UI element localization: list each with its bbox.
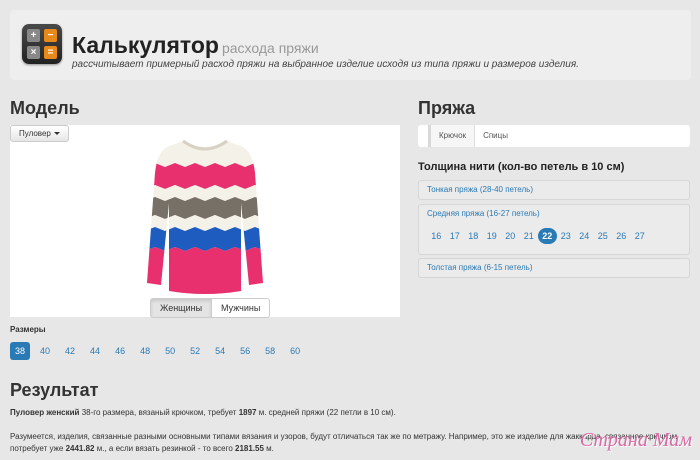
rib-meters: 2181.55 bbox=[235, 444, 264, 453]
multiply-key-icon: × bbox=[27, 46, 40, 59]
result-product: Пуловер женский bbox=[10, 408, 80, 417]
tab-crochet[interactable]: Крючок bbox=[428, 125, 476, 147]
caret-down-icon bbox=[53, 132, 60, 136]
stitch-option[interactable]: 16 bbox=[427, 228, 446, 244]
model-panel: Пуловер Женщины Мужчины bbox=[10, 125, 400, 318]
gender-button-women[interactable]: Женщины bbox=[150, 298, 213, 318]
plus-key-icon: + bbox=[27, 29, 40, 42]
stitch-option[interactable]: 19 bbox=[483, 228, 502, 244]
watermark-logo: Страна Мам bbox=[579, 429, 692, 451]
stitch-option[interactable]: 17 bbox=[446, 228, 465, 244]
yarn-group-thin: Тонкая пряжа (28-40 петель) bbox=[418, 180, 690, 200]
size-option[interactable]: 50 bbox=[160, 342, 180, 360]
yarn-group-thin-header[interactable]: Тонкая пряжа (28-40 петель) bbox=[419, 181, 689, 199]
stitch-count-selector: 16 17 18 19 20 21 22 23 24 25 26 27 bbox=[419, 223, 689, 244]
minus-key-icon: − bbox=[44, 29, 57, 42]
tab-knitting[interactable]: Спицы bbox=[475, 125, 516, 147]
thickness-label: Толщина нити (кол-во петель в 10 см) bbox=[418, 161, 625, 173]
page-title-suffix: расхода пряжи bbox=[221, 40, 319, 56]
model-dropdown[interactable]: Пуловер bbox=[10, 125, 69, 142]
model-heading: Модель bbox=[10, 98, 80, 118]
size-option[interactable]: 56 bbox=[235, 342, 255, 360]
result-meters: 1897 bbox=[238, 408, 257, 417]
size-option[interactable]: 42 bbox=[60, 342, 80, 360]
stitch-option[interactable]: 20 bbox=[501, 228, 520, 244]
yarn-group-medium-header[interactable]: Средняя пряжа (16-27 петель) bbox=[419, 205, 689, 223]
yarn-tool-tabs: Крючок Спицы bbox=[418, 125, 690, 147]
yarn-group-thick: Толстая пряжа (6-15 петель) bbox=[418, 258, 690, 278]
stitch-option[interactable]: 25 bbox=[594, 228, 613, 244]
size-option[interactable]: 48 bbox=[135, 342, 155, 360]
size-option[interactable]: 38 bbox=[10, 342, 31, 360]
page-subtitle: рассчитывает примерный расход пряжи на в… bbox=[72, 59, 579, 70]
stitch-option[interactable]: 21 bbox=[520, 228, 539, 244]
yarn-group-thick-header[interactable]: Толстая пряжа (6-15 петель) bbox=[419, 259, 689, 277]
stitch-option[interactable]: 24 bbox=[575, 228, 594, 244]
stitch-option-selected[interactable]: 22 bbox=[538, 228, 557, 244]
yarn-group-medium: Средняя пряжа (16-27 петель) 16 17 18 19… bbox=[418, 204, 690, 255]
yarn-heading: Пряжа bbox=[418, 98, 476, 118]
size-option[interactable]: 44 bbox=[85, 342, 105, 360]
result-heading: Результат bbox=[10, 380, 99, 400]
stitch-option[interactable]: 18 bbox=[464, 228, 483, 244]
calculator-icon: + − × = bbox=[22, 24, 62, 64]
jacquard-meters: 2441.82 bbox=[65, 444, 95, 453]
result-summary: Пуловер женский 38-го размера, вязаный к… bbox=[10, 408, 396, 417]
size-selector: 38 40 42 44 46 48 50 52 54 56 58 60 bbox=[10, 342, 310, 360]
size-option[interactable]: 58 bbox=[260, 342, 280, 360]
size-option[interactable]: 52 bbox=[185, 342, 205, 360]
size-option[interactable]: 40 bbox=[35, 342, 55, 360]
page-header: + − × = Калькулятор расхода пряжи рассчит… bbox=[10, 10, 691, 80]
page-title: Калькулятор расхода пряжи bbox=[72, 32, 319, 58]
size-option[interactable]: 54 bbox=[210, 342, 230, 360]
size-option[interactable]: 60 bbox=[285, 342, 305, 360]
stitch-option[interactable]: 23 bbox=[557, 228, 576, 244]
size-option[interactable]: 46 bbox=[110, 342, 130, 360]
stitch-option[interactable]: 26 bbox=[612, 228, 631, 244]
sweater-image bbox=[147, 139, 263, 294]
sizes-label: Размеры bbox=[10, 325, 46, 334]
gender-button-men[interactable]: Мужчины bbox=[212, 298, 271, 318]
gender-toggle: Женщины Мужчины bbox=[150, 298, 271, 318]
stitch-option[interactable]: 27 bbox=[631, 228, 650, 244]
equals-key-icon: = bbox=[44, 46, 57, 59]
